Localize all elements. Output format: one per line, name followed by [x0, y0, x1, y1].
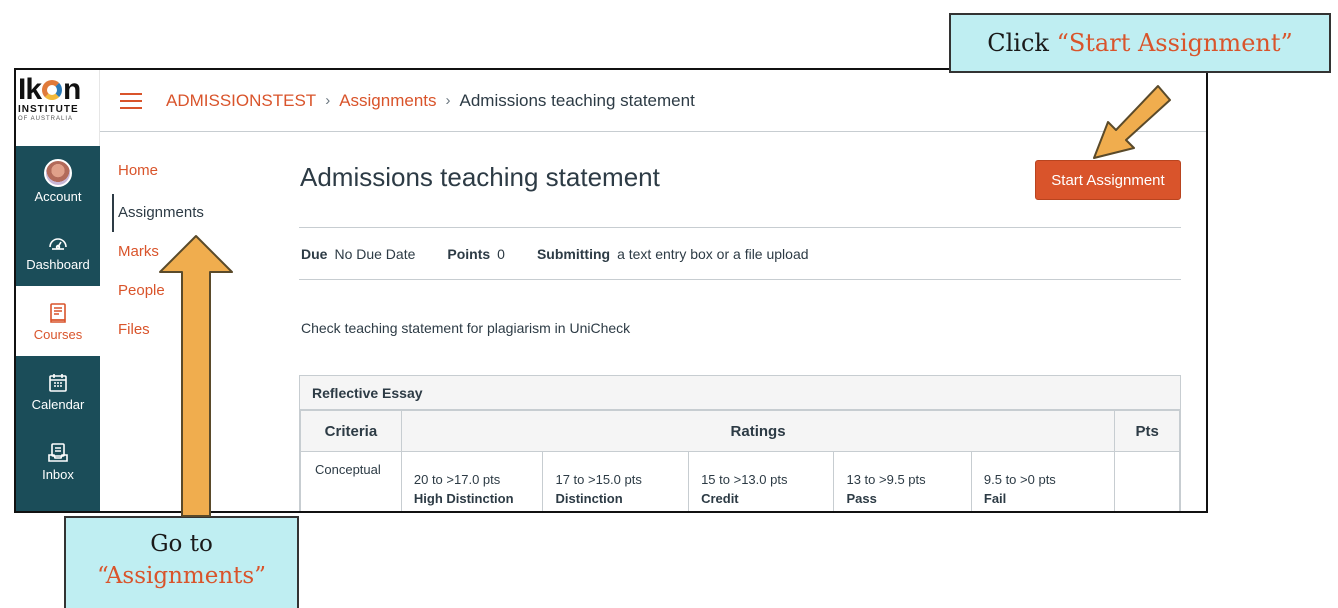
submitting-value: a text entry box or a file upload: [617, 245, 809, 262]
global-nav-courses[interactable]: Courses: [16, 286, 100, 356]
rating-cell: 17 to >15.0 pts Distinction: [542, 451, 690, 511]
page-header: ADMISSIONSTEST › Assignments › Admission…: [100, 70, 1206, 132]
calendar-icon: [49, 373, 67, 392]
title-row: Admissions teaching statement Start Assi…: [299, 132, 1181, 228]
course-nav-home[interactable]: Home: [100, 158, 270, 184]
logo-line2: OF AUSTRALIA: [18, 116, 74, 122]
breadcrumb-course[interactable]: ADMISSIONSTEST: [166, 91, 316, 111]
rating-cell: 20 to >17.0 pts High Distinction: [400, 451, 544, 511]
callout-bottom-prefix: Go to: [150, 531, 213, 557]
hamburger-menu-icon[interactable]: [120, 88, 142, 114]
global-nav-account[interactable]: Account: [16, 146, 100, 216]
points-value: 0: [497, 245, 505, 262]
rating-description: Fail: [983, 491, 1007, 506]
due-value: No Due Date: [334, 245, 416, 262]
callout-start-assignment: Click “Start Assignment”: [949, 13, 1331, 73]
global-nav-inbox-label: Inbox: [42, 466, 74, 482]
global-nav-dashboard-label: Dashboard: [26, 256, 90, 272]
avatar-icon: [44, 158, 72, 187]
rating-points: 13 to >9.5 pts: [846, 472, 926, 487]
submitting-label: Submitting: [536, 245, 611, 262]
arrow-to-start-icon: [1093, 85, 1171, 159]
global-nav-courses-label: Courses: [33, 326, 83, 342]
breadcrumb-separator: ›: [325, 92, 331, 109]
rating-cell: 13 to >9.5 pts Pass: [833, 451, 972, 511]
global-nav-dashboard[interactable]: Dashboard: [16, 216, 100, 286]
start-assignment-button[interactable]: Start Assignment: [1035, 160, 1181, 200]
rating-points: 9.5 to >0 pts: [983, 472, 1056, 487]
callout-go-to-assignments: Go to “Assignments”: [64, 516, 299, 608]
pts-cell: [1114, 451, 1180, 511]
logo-line1: INSTITUTE: [18, 104, 79, 115]
rubric-table: Criteria Ratings Pts Conceptual 20 to >1…: [300, 410, 1180, 511]
criterion-cell: Conceptual: [300, 451, 402, 511]
global-nav: Ik n INSTITUTE OF AUSTRALIA Account Dashb…: [16, 70, 100, 511]
logo-word: Ik n: [18, 73, 81, 106]
course-nav-assignments[interactable]: Assignments: [112, 194, 270, 232]
breadcrumb-separator: ›: [445, 92, 451, 109]
global-nav-calendar[interactable]: Calendar: [16, 356, 100, 426]
assignment-details: Due No Due Date Points 0 Submitting a te…: [299, 228, 1181, 280]
due-label: Due: [301, 245, 328, 262]
global-nav-account-label: Account: [34, 188, 82, 204]
rating-description: High Distinction: [413, 491, 514, 506]
callout-top-prefix: Click: [987, 29, 1057, 57]
courses-icon: [50, 302, 66, 323]
institution-logo[interactable]: Ik n INSTITUTE OF AUSTRALIA: [16, 70, 100, 146]
criteria-header: Criteria: [300, 410, 402, 452]
ratings-header: Ratings: [400, 410, 1116, 452]
callout-bottom-highlight: “Assignments”: [97, 563, 266, 589]
pts-header: Pts: [1114, 410, 1180, 452]
rating-points: 17 to >15.0 pts: [555, 472, 642, 487]
breadcrumb-assignments[interactable]: Assignments: [339, 91, 436, 111]
rating-description: Pass: [846, 491, 877, 506]
inbox-icon: [48, 442, 68, 462]
global-nav-list: Account Dashboard Courses Calendar Inbox: [16, 146, 100, 511]
rating-description: Distinction: [555, 491, 623, 506]
table-row: Conceptual 20 to >17.0 pts High Distinct…: [300, 451, 1180, 511]
breadcrumb: ADMISSIONSTEST › Assignments › Admission…: [166, 91, 695, 111]
points-label: Points: [447, 245, 491, 262]
dashboard-icon: [49, 237, 67, 250]
rating-points: 20 to >17.0 pts: [413, 472, 501, 487]
rubric-title: Reflective Essay: [300, 376, 1180, 410]
page-title: Admissions teaching statement: [300, 162, 660, 192]
assignment-content: Admissions teaching statement Start Assi…: [299, 132, 1181, 511]
assignment-description: Check teaching statement for plagiarism …: [301, 320, 631, 336]
rubric: Reflective Essay Criteria Ratings Pts Co…: [299, 375, 1181, 511]
rating-points: 15 to >13.0 pts: [701, 472, 788, 487]
rating-cell: 15 to >13.0 pts Credit: [688, 451, 835, 511]
rating-cell: 9.5 to >0 pts Fail: [970, 451, 1116, 511]
global-nav-inbox[interactable]: Inbox: [16, 426, 100, 496]
arrow-to-assignments-icon: [159, 235, 233, 517]
rubric-header-row: Criteria Ratings Pts: [300, 410, 1180, 452]
global-nav-calendar-label: Calendar: [31, 396, 85, 412]
global-nav-history[interactable]: [16, 496, 100, 513]
history-clock-icon: [46, 510, 70, 513]
rating-description: Credit: [701, 491, 739, 506]
callout-top-highlight: “Start Assignment”: [1056, 29, 1293, 57]
breadcrumb-current: Admissions teaching statement: [459, 90, 695, 110]
